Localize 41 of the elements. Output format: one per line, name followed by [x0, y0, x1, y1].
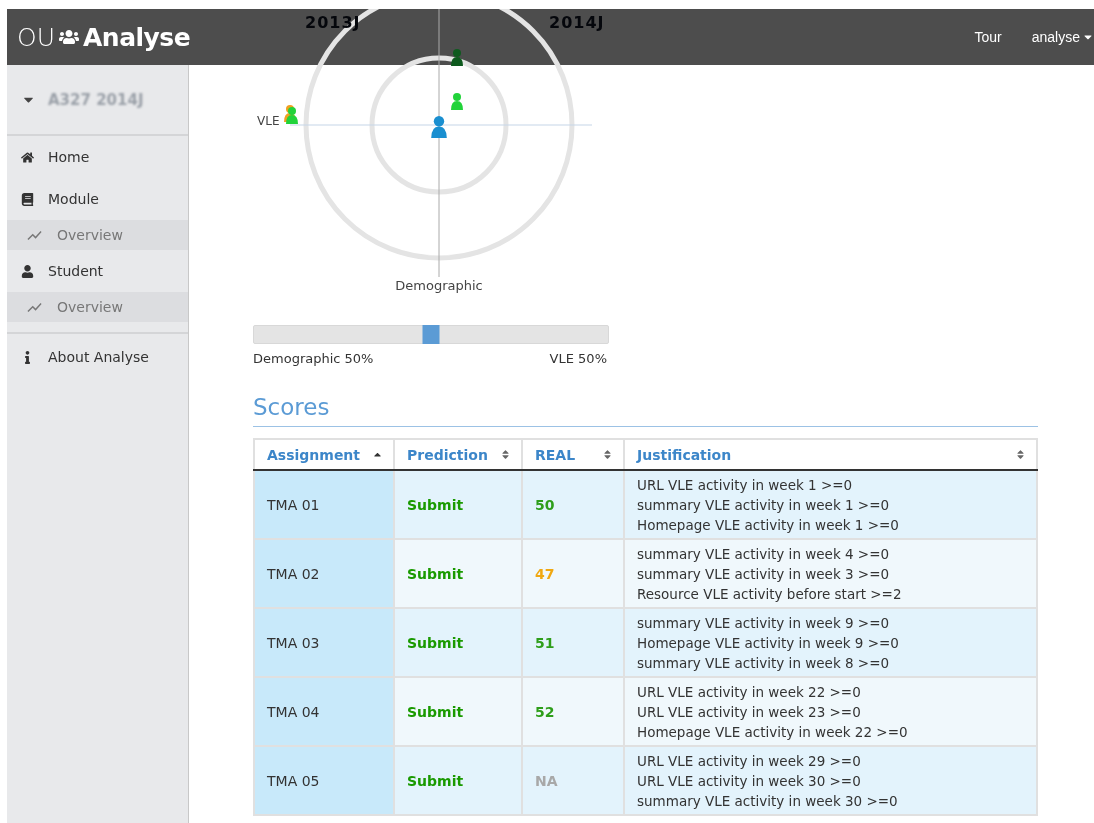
sidebar-item[interactable]: Home — [7, 136, 188, 178]
user-menu[interactable]: analyse — [1031, 29, 1094, 45]
axis-label: Demographic — [395, 278, 483, 293]
table-cell: Submit — [394, 746, 522, 815]
table-cell: TMA 01 — [254, 470, 394, 539]
axis-label: VLE — [257, 114, 280, 128]
logo-text: Analyse — [83, 22, 191, 52]
weight-slider[interactable] — [253, 325, 609, 344]
slider-thumb[interactable] — [422, 325, 440, 344]
cohort-label: 2014J — [549, 13, 605, 32]
sidebar-item[interactable]: Module — [7, 178, 188, 220]
sort-icon — [602, 449, 613, 460]
table-cell: TMA 05 — [254, 746, 394, 815]
sort-icon — [500, 449, 511, 460]
student-marker — [451, 93, 463, 110]
sidebar-item[interactable]: Overview — [7, 292, 188, 322]
table-cell: TMA 03 — [254, 608, 394, 677]
section-title: Scores — [253, 394, 1038, 427]
sidebar-item[interactable]: About Analyse — [7, 332, 188, 380]
column-header[interactable]: REAL — [522, 439, 624, 470]
table-cell: TMA 02 — [254, 539, 394, 608]
column-header[interactable]: Assignment — [254, 439, 394, 470]
student-marker — [451, 49, 463, 66]
logo-icon — [59, 27, 79, 47]
logo-text: OU — [17, 22, 55, 52]
column-header[interactable]: Prediction — [394, 439, 522, 470]
sidebar-icon — [21, 150, 34, 164]
table-cell: URL VLE activity in week 29 >=0 URL VLE activity in week 30 >=0 summary VLE activity in week 30 >=0 — [624, 746, 1037, 815]
sidebar-item[interactable]: Overview — [7, 220, 188, 250]
slider-label: VLE 50% — [549, 351, 607, 366]
slider-label: Demographic 50% — [253, 351, 374, 366]
column-header[interactable]: Justification — [624, 439, 1037, 470]
course-name: A327 2014J — [48, 90, 144, 109]
tour-link[interactable]: Tour — [974, 29, 1002, 45]
sidebar-icon — [21, 192, 34, 206]
sidebar-icon — [21, 264, 34, 278]
table-cell: TMA 04 — [254, 677, 394, 746]
table-cell: NA — [522, 746, 624, 815]
sort-icon — [1015, 449, 1026, 460]
student-marker — [431, 116, 447, 139]
sidebar-item[interactable]: Student — [7, 250, 188, 292]
